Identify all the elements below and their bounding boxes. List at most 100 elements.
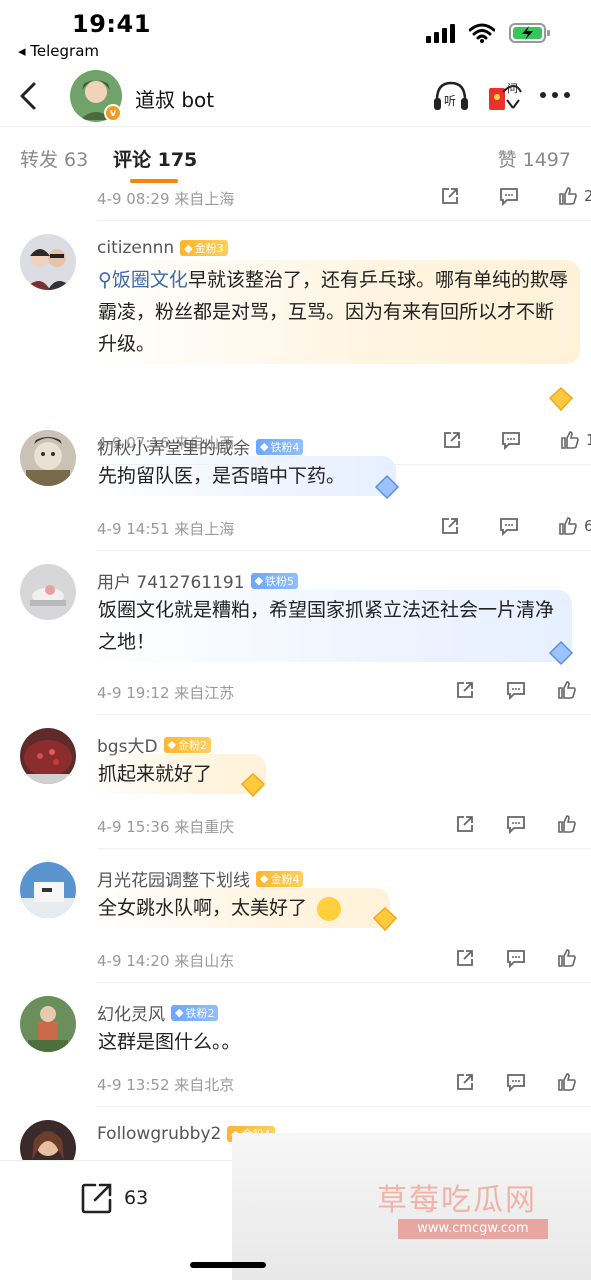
watermark-overlay: 草莓吃瓜网 www.cmcgw.com	[232, 1133, 591, 1280]
avatar[interactable]	[20, 564, 76, 620]
divider	[97, 220, 591, 221]
share-button[interactable]	[455, 814, 475, 834]
watermark-url: www.cmcgw.com	[398, 1219, 548, 1239]
comment-text: ⚲饭圈文化早就该整治了，还有乒乓球。哪有单纯的欺辱霸凌，粉丝都是对骂，互骂。因为…	[90, 260, 580, 364]
comment-actions	[455, 948, 577, 968]
topic-link[interactable]: ⚲饭圈文化	[98, 269, 188, 291]
comment-bubble-icon	[507, 682, 525, 700]
comment-meta: 4-9 08:29 来自上海	[97, 190, 235, 208]
page-title: 道叔 bot	[135, 88, 215, 112]
thumbs-up-icon	[558, 681, 576, 699]
reply-button[interactable]	[500, 430, 522, 450]
share-icon	[457, 816, 473, 832]
more-options-icon[interactable]	[540, 92, 570, 98]
cellular-signal-icon	[426, 23, 455, 43]
fan-badge-label: 金粉4	[270, 872, 300, 886]
ask-envelope-icon: 问	[489, 82, 522, 110]
back-to-telegram-link[interactable]: ◂ Telegram	[18, 42, 99, 60]
avatar[interactable]	[20, 862, 76, 918]
like-button[interactable]: 2	[558, 186, 591, 206]
reply-button[interactable]	[505, 814, 527, 834]
share-button[interactable]	[455, 1072, 475, 1092]
ask-label: 问	[507, 82, 518, 95]
like-button[interactable]	[557, 814, 577, 834]
reply-button[interactable]	[498, 186, 520, 206]
listen-button[interactable]: 听	[432, 80, 470, 116]
comment-actions: 2	[440, 186, 591, 206]
avatar[interactable]	[20, 430, 76, 486]
fan-badge: ◆ 金粉3	[180, 240, 228, 256]
commenter-name-text: Followgrubby2	[97, 1124, 222, 1144]
yummy-emoji-icon	[317, 896, 342, 921]
share-button[interactable]	[455, 948, 475, 968]
tab-like[interactable]: 赞 1497	[498, 145, 571, 172]
share-icon	[457, 1074, 473, 1090]
comment-text: 先拘留队医，是否暗中下药。	[90, 456, 396, 496]
commenter-name[interactable]: citizennn ◆ 金粉3	[97, 238, 228, 258]
fan-badge: ◆ 铁粉5	[250, 572, 299, 589]
status-bar: 19:41 ◂ Telegram	[0, 0, 591, 68]
tab-comment[interactable]: 评论 175	[113, 145, 197, 172]
status-time: 19:41	[72, 10, 151, 38]
comment-meta: 4-9 14:20 来自山东	[97, 952, 235, 970]
fan-badge: ◆金粉4	[256, 870, 304, 887]
share-button[interactable]	[440, 516, 460, 536]
like-button[interactable]	[557, 1072, 577, 1092]
comment-bubble-icon	[507, 1074, 525, 1092]
reply-button[interactable]	[505, 948, 527, 968]
thumbs-up-icon	[559, 517, 577, 535]
share-button[interactable]	[455, 680, 475, 700]
divider	[97, 1106, 591, 1107]
avatar[interactable]	[20, 996, 76, 1052]
avatar[interactable]	[20, 728, 76, 784]
comment-bubble-icon	[502, 432, 520, 450]
comment-meta: 4-9 19:12 来自江苏	[97, 684, 235, 702]
fan-badge: ◆ 铁粉4	[256, 438, 304, 455]
headphones-icon: 听	[434, 81, 468, 110]
search-icon: ⚲	[98, 269, 112, 291]
fan-badge-label: 铁粉4	[270, 440, 300, 454]
fan-badge-label: 金粉3	[194, 242, 224, 255]
thumbs-up-icon	[558, 815, 576, 833]
reply-button[interactable]	[505, 1072, 527, 1092]
gold-gem-icon	[240, 772, 266, 798]
share-button[interactable]	[440, 186, 460, 206]
reply-button[interactable]	[505, 680, 527, 700]
like-button[interactable]: 1	[560, 430, 591, 450]
like-button[interactable]: 6	[558, 516, 591, 536]
tab-repost[interactable]: 转发 63	[20, 145, 88, 172]
ask-button[interactable]: 问	[487, 78, 523, 118]
repost-count: 63	[124, 1187, 149, 1209]
blue-gem-icon	[548, 640, 574, 666]
fan-badge-label: 金粉2	[178, 738, 207, 752]
repost-button[interactable]: 63	[80, 1181, 148, 1215]
topic-text: 饭圈文化	[111, 269, 188, 291]
comment-actions	[455, 814, 577, 834]
verified-badge-icon: v	[104, 104, 122, 122]
comment-bubble-icon	[507, 816, 525, 834]
avatar[interactable]	[20, 234, 76, 290]
divider	[97, 982, 591, 983]
comment-meta: 4-9 13:52 来自北京	[97, 1076, 235, 1094]
gold-gem-icon	[548, 386, 574, 412]
reply-button[interactable]	[498, 516, 520, 536]
thumbs-up-icon	[559, 187, 577, 205]
blue-gem-icon	[374, 474, 400, 500]
like-button[interactable]	[557, 948, 577, 968]
watermark-text: 草莓吃瓜网	[377, 1183, 537, 1218]
battery-charging-icon	[509, 23, 550, 43]
comment-actions	[455, 680, 577, 700]
comment-actions	[455, 1072, 577, 1092]
comment-actions: 1	[442, 430, 591, 450]
comment-text: 全女跳水队啊，太美好了	[90, 888, 390, 928]
share-icon	[457, 682, 473, 698]
back-arrow-icon[interactable]	[14, 78, 44, 114]
comment-bubble-icon	[500, 188, 518, 206]
like-count: 2	[584, 187, 591, 205]
comment-tabs: 转发 63 评论 175 赞 1497	[0, 126, 591, 186]
comment-actions: 6	[440, 516, 591, 536]
like-button[interactable]	[557, 680, 577, 700]
comment-meta: 4-9 14:51 来自上海	[97, 520, 235, 538]
fan-badge-label: 铁粉2	[185, 1006, 215, 1020]
share-button[interactable]	[442, 430, 462, 450]
